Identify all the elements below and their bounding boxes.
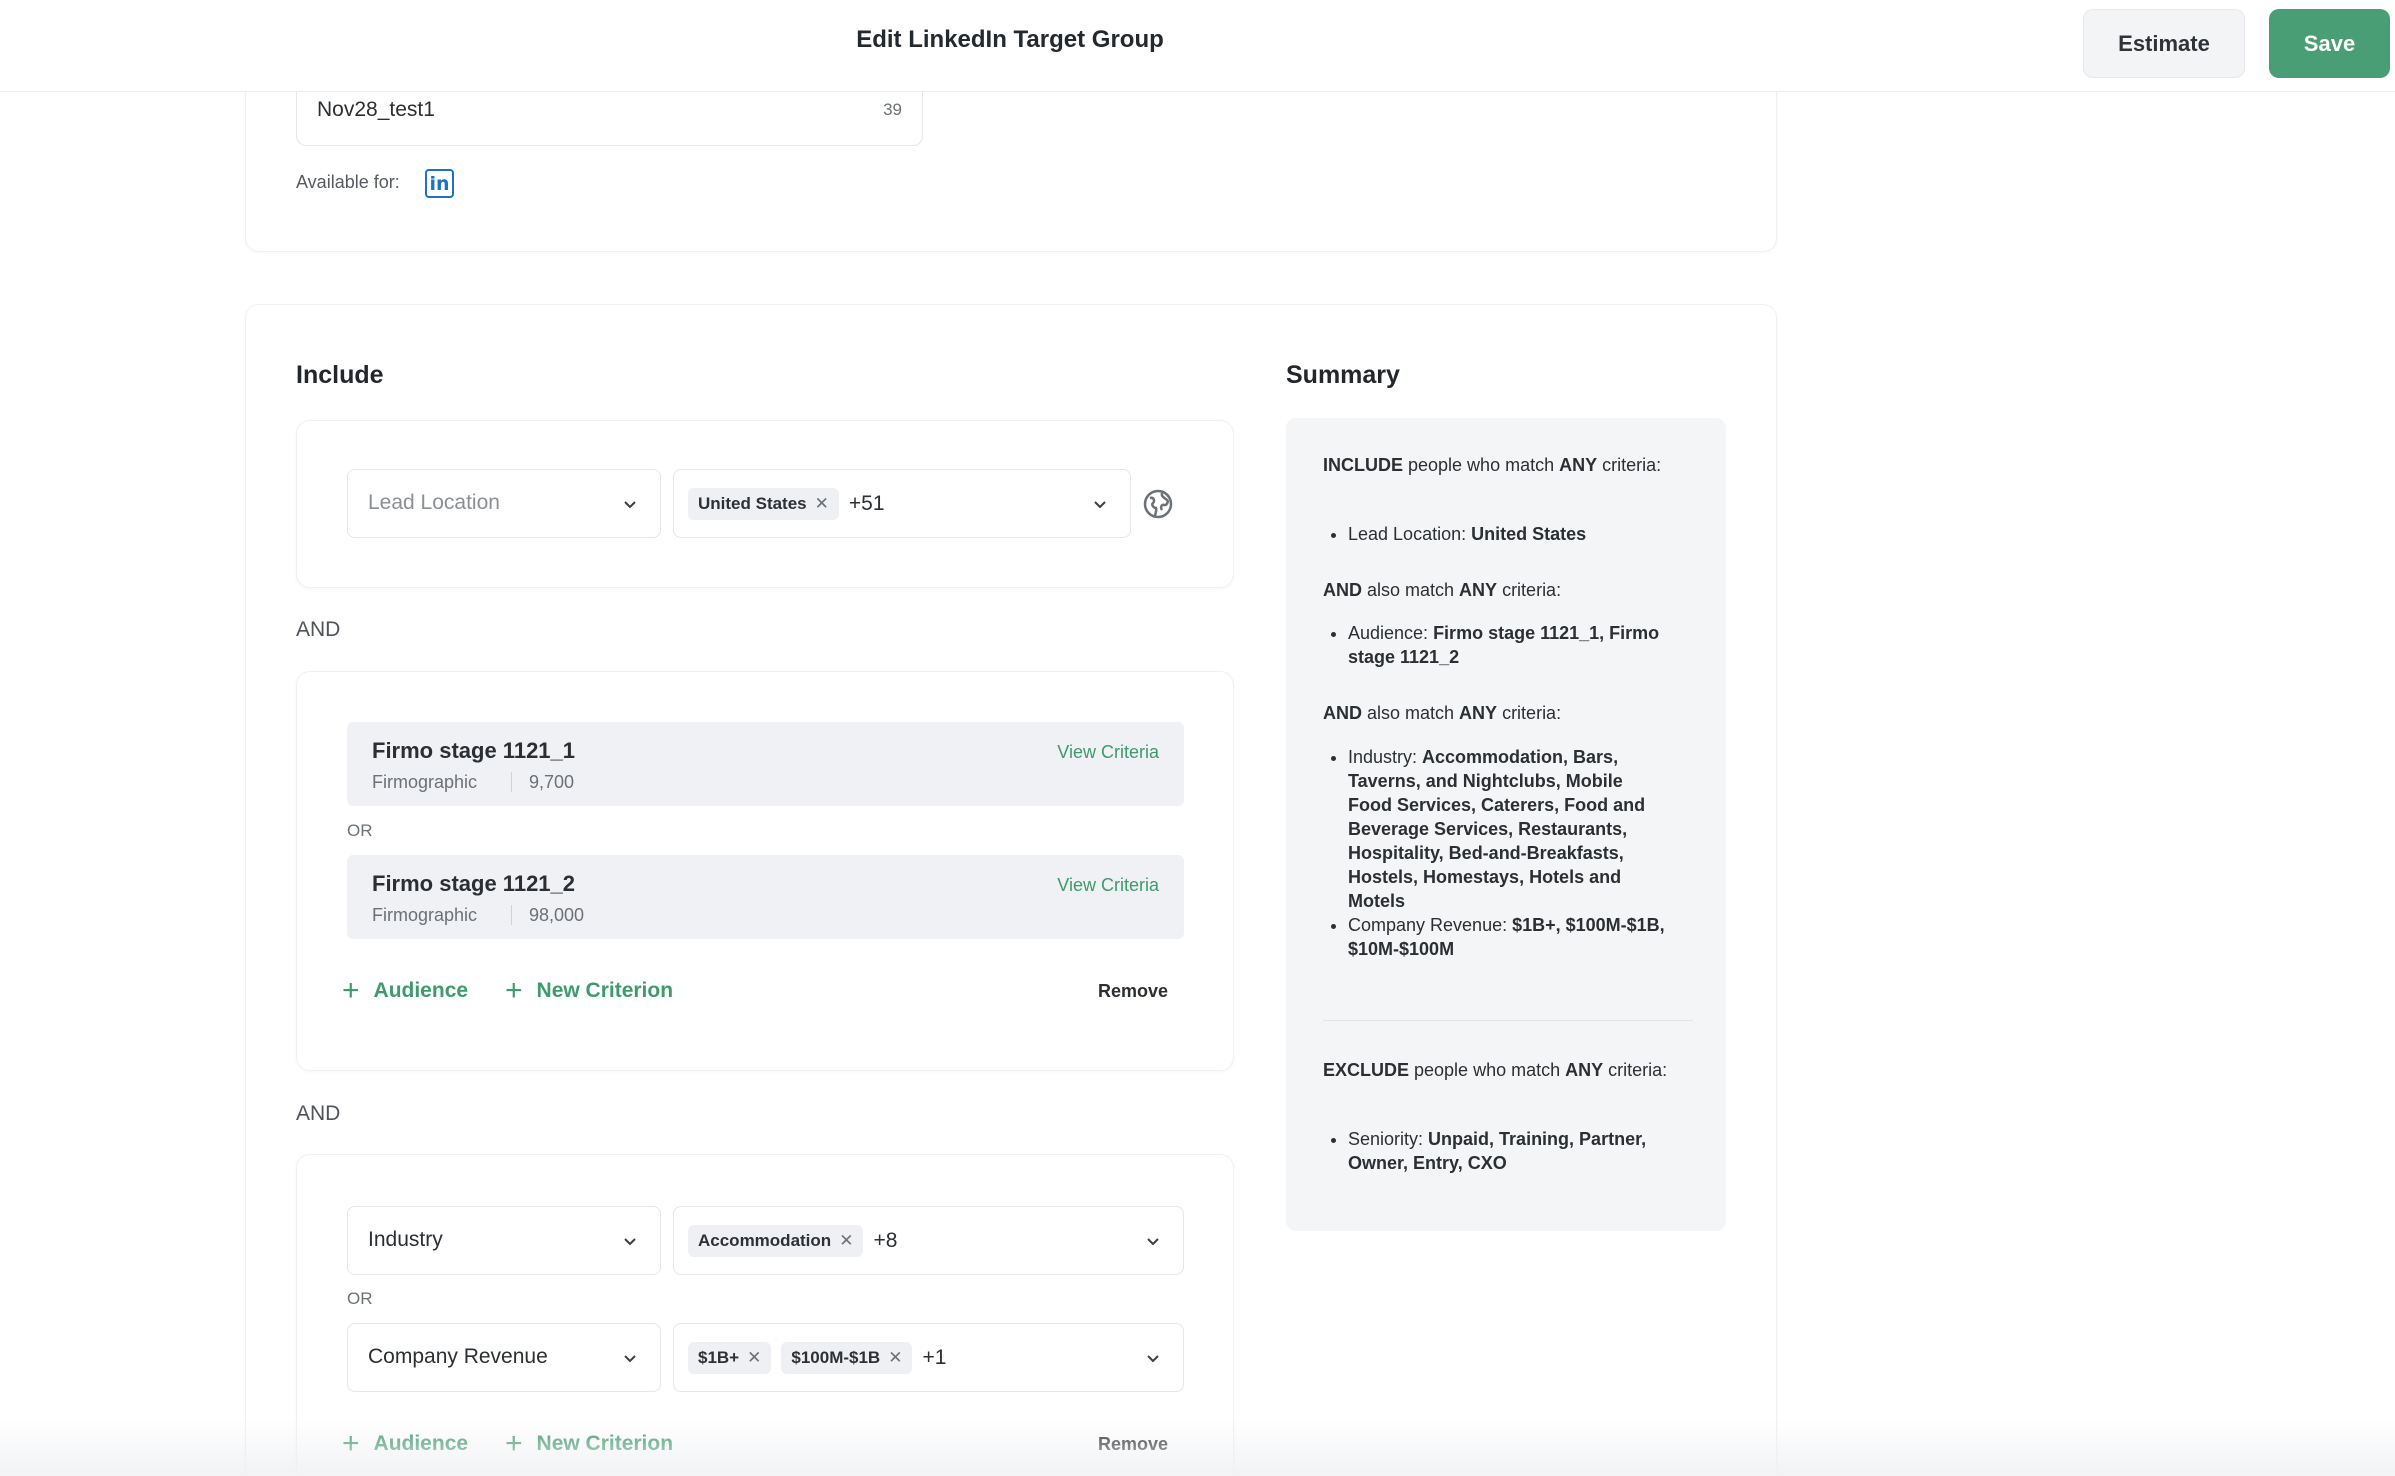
- summary-list: Audience: Firmo stage 1121_1, Firmo stag…: [1348, 621, 1668, 669]
- summary-divider: [1323, 1020, 1693, 1021]
- more-count: +1: [922, 1346, 947, 1369]
- summary-item: Audience: Firmo stage 1121_1, Firmo stag…: [1348, 621, 1668, 669]
- chip-label: Accommodation: [698, 1231, 832, 1250]
- or-connector: OR: [347, 1289, 373, 1308]
- linkedin-icon: in: [425, 169, 454, 198]
- summary-and-text: AND also match ANY criteria:: [1323, 580, 1562, 600]
- summary-and-text: AND also match ANY criteria:: [1323, 703, 1562, 723]
- view-criteria-link[interactable]: View Criteria: [1057, 742, 1159, 763]
- group-name-value: Nov28_test1: [317, 98, 435, 121]
- close-icon[interactable]: ✕: [839, 1231, 853, 1251]
- chevron-down-icon: [624, 1238, 636, 1246]
- audience-name: Firmo stage 1121_2: [372, 871, 576, 896]
- plus-icon: +: [505, 974, 523, 1007]
- field-select-label: Company Revenue: [368, 1345, 548, 1368]
- close-icon[interactable]: ✕: [888, 1348, 902, 1368]
- save-button[interactable]: Save: [2269, 9, 2390, 78]
- include-heading: Include: [296, 361, 384, 389]
- add-audience-button[interactable]: + Audience: [342, 976, 468, 1006]
- more-count: +8: [873, 1229, 898, 1252]
- chevron-down-icon: [624, 501, 636, 509]
- summary-exclude-text: EXCLUDE people who match ANY criteria:: [1323, 1060, 1668, 1080]
- top-bar: Edit LinkedIn Target Group Estimate Save: [0, 0, 2395, 92]
- summary-item: Seniority: Unpaid, Training, Partner, Ow…: [1348, 1127, 1668, 1175]
- chip-label: $1B+: [698, 1348, 740, 1367]
- summary-item: Company Revenue: $1B+, $100M-$1B, $10M-$…: [1348, 913, 1668, 961]
- add-criterion-label: New Criterion: [536, 979, 674, 1002]
- audience-item: Firmo stage 1121_1 Firmographic 9,700 Vi…: [347, 722, 1184, 806]
- page-title: Edit LinkedIn Target Group: [856, 26, 1164, 53]
- add-audience-label: Audience: [373, 979, 469, 1002]
- chevron-down-icon: [1147, 1355, 1159, 1363]
- chevron-down-icon: [1147, 1238, 1159, 1246]
- or-connector: OR: [347, 821, 373, 840]
- criteria-group-firmographics: [296, 1154, 1234, 1476]
- add-audience-button[interactable]: + Audience: [342, 1429, 468, 1459]
- chevron-down-icon: [1094, 501, 1106, 509]
- field-select-industry[interactable]: Industry: [347, 1206, 661, 1275]
- field-select-company-revenue[interactable]: Company Revenue: [347, 1323, 661, 1392]
- more-count: +51: [848, 492, 885, 515]
- divider: [511, 905, 512, 925]
- value-select-industry[interactable]: Accommodation ✕ +8: [673, 1206, 1184, 1275]
- and-connector: AND: [296, 618, 341, 641]
- audience-item: Firmo stage 1121_2 Firmographic 98,000 V…: [347, 855, 1184, 939]
- field-select-lead-location[interactable]: Lead Location: [347, 469, 661, 538]
- chip-label: $100M-$1B: [791, 1348, 881, 1367]
- char-count: 39: [883, 100, 902, 119]
- chevron-down-icon: [624, 1355, 636, 1363]
- summary-list: Industry: Accommodation, Bars, Taverns, …: [1348, 745, 1668, 961]
- chip-united-states: United States ✕: [688, 488, 839, 520]
- add-audience-label: Audience: [373, 1432, 469, 1455]
- audience-name: Firmo stage 1121_1: [372, 738, 576, 763]
- summary-panel: INCLUDE people who match ANY criteria: L…: [1286, 418, 1726, 1231]
- summary-list: Lead Location: United States: [1348, 522, 1668, 546]
- globe-icon[interactable]: [1142, 488, 1174, 520]
- field-select-label: Lead Location: [368, 491, 500, 514]
- remove-button[interactable]: Remove: [1098, 1434, 1168, 1455]
- add-criterion-button[interactable]: + New Criterion: [505, 1429, 673, 1459]
- add-criterion-label: New Criterion: [536, 1432, 674, 1455]
- summary-include-text: INCLUDE people who match ANY criteria:: [1323, 455, 1662, 475]
- value-select-lead-location[interactable]: United States ✕ +51: [673, 469, 1131, 538]
- chip-1b-plus: $1B+ ✕: [688, 1342, 772, 1374]
- and-connector: AND: [296, 1102, 341, 1125]
- chip-accommodation: Accommodation ✕: [688, 1225, 864, 1257]
- close-icon[interactable]: ✕: [815, 494, 829, 514]
- audience-count: 9,700: [529, 772, 575, 792]
- summary-list: Seniority: Unpaid, Training, Partner, Ow…: [1348, 1127, 1668, 1175]
- summary-heading: Summary: [1286, 361, 1400, 389]
- plus-icon: +: [505, 1427, 523, 1460]
- plus-icon: +: [342, 1427, 360, 1460]
- chip-label: United States: [698, 494, 807, 513]
- remove-button[interactable]: Remove: [1098, 981, 1168, 1002]
- add-criterion-button[interactable]: + New Criterion: [505, 976, 673, 1006]
- field-select-label: Industry: [368, 1228, 443, 1251]
- chip-100m-1b: $100M-$1B ✕: [781, 1342, 913, 1374]
- audience-count: 98,000: [529, 905, 585, 925]
- audience-type: Firmographic: [372, 772, 478, 792]
- view-criteria-link[interactable]: View Criteria: [1057, 875, 1159, 896]
- plus-icon: +: [342, 974, 360, 1007]
- value-select-company-revenue[interactable]: $1B+ ✕ $100M-$1B ✕ +1: [673, 1323, 1184, 1392]
- divider: [511, 772, 512, 792]
- summary-item: Lead Location: United States: [1348, 522, 1668, 546]
- audience-type: Firmographic: [372, 905, 478, 925]
- available-for-label: Available for:: [296, 172, 400, 192]
- close-icon[interactable]: ✕: [747, 1348, 761, 1368]
- summary-item: Industry: Accommodation, Bars, Taverns, …: [1348, 745, 1668, 913]
- estimate-button[interactable]: Estimate: [2083, 9, 2245, 78]
